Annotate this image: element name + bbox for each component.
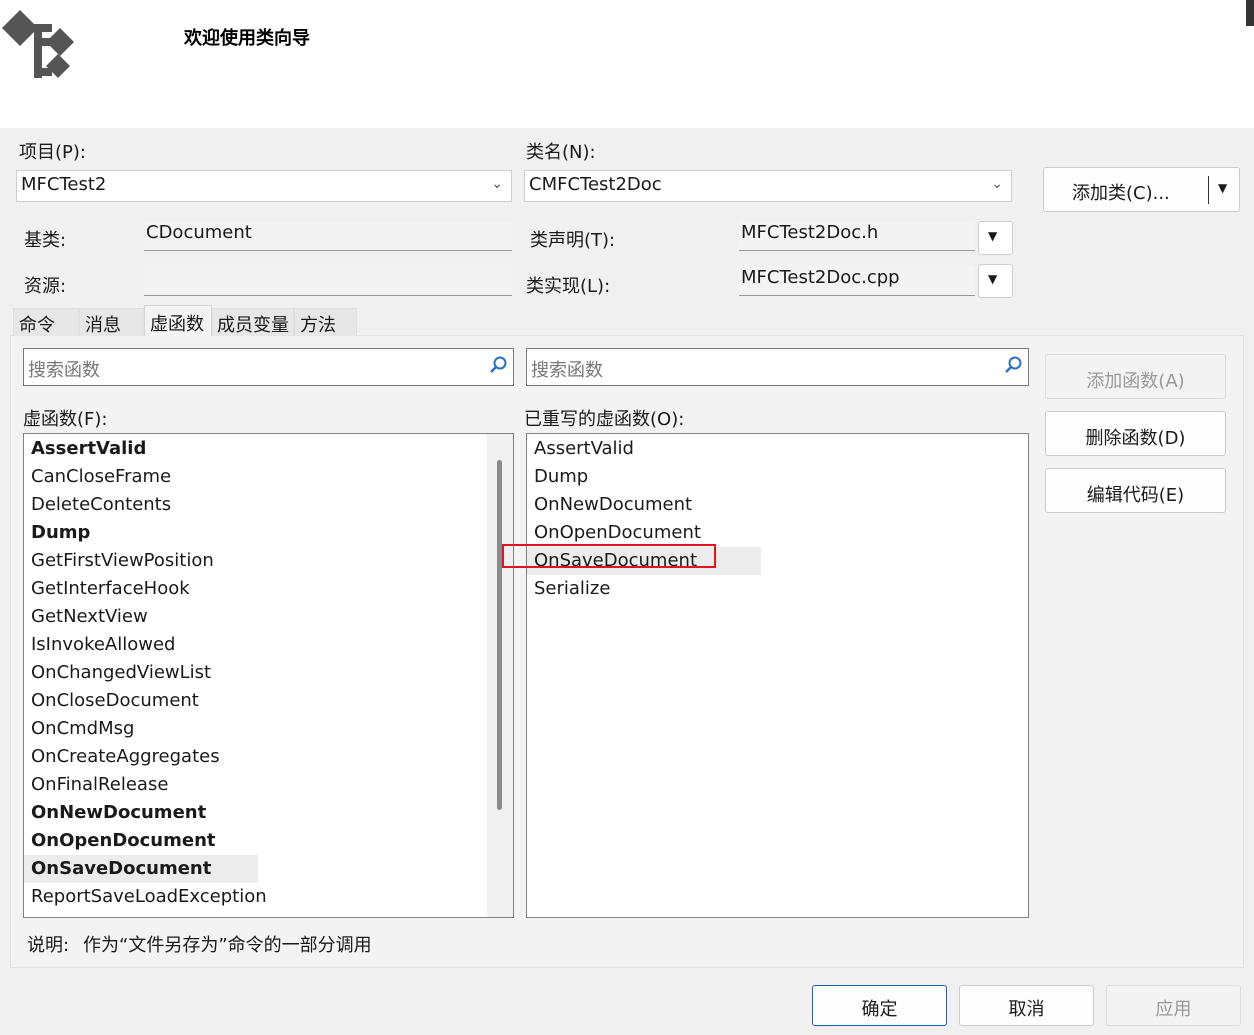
wizard-header [0,0,1254,128]
cancel-label: 取消 [1008,999,1045,1020]
project-value: MFCTest2 [21,174,107,195]
scrollbar-thumb[interactable] [497,460,502,810]
list-item[interactable]: AssertValid [31,435,146,463]
caret-down-icon: ▼ [988,272,998,286]
class-name-value: CMFCTest2Doc [529,174,662,195]
resource-field [144,266,512,296]
add-class-label: 添加类(C)... [1072,183,1170,204]
delete-function-label: 删除函数(D) [1085,428,1186,449]
tab-member-variables[interactable]: 成员变量 [212,308,294,336]
list-item[interactable]: OnOpenDocument [534,519,701,547]
search-placeholder: 搜索函数 [531,360,603,381]
annotation-highlight-box [502,544,716,568]
list-item[interactable]: Dump [31,519,90,547]
base-class-value: CDocument [146,222,252,243]
tab-label: 命令 [19,315,55,336]
list-item[interactable]: AssertValid [534,435,634,463]
list-item[interactable]: GetFirstViewPosition [31,547,214,575]
virtual-functions-label: 虚函数(F): [23,409,108,430]
class-implementation-dropdown-button[interactable]: ▼ [978,264,1013,298]
delete-function-button[interactable]: 删除函数(D) [1045,411,1226,456]
search-placeholder: 搜索函数 [28,360,100,381]
add-function-label: 添加函数(A) [1086,371,1185,392]
overridden-functions-label: 已重写的虚函数(O): [524,409,685,430]
list-item[interactable]: CanCloseFrame [31,463,171,491]
list-item[interactable]: OnSaveDocument [31,855,211,883]
list-item[interactable]: OnOpenDocument [31,827,216,855]
tab-commands[interactable]: 命令 [13,308,79,336]
ok-button[interactable]: 确定 [812,985,947,1026]
class-declaration-dropdown-button[interactable]: ▼ [978,221,1013,255]
description-text: 作为“文件另存为”命令的一部分调用 [83,935,372,956]
search-icon[interactable] [489,355,509,380]
list-item[interactable]: OnNewDocument [534,491,692,519]
base-class-label: 基类: [24,230,67,251]
list-item[interactable]: DeleteContents [31,491,171,519]
tab-label: 消息 [85,315,121,336]
caret-down-icon[interactable]: ▼ [1218,181,1227,195]
virtual-functions-list[interactable]: AssertValid CanCloseFrame DeleteContents Du… [23,433,514,918]
class-declaration-field[interactable]: MFCTest2Doc.h [739,221,975,251]
list-item[interactable]: OnCmdMsg [31,715,134,743]
page-title: 欢迎使用类向导 [184,28,310,49]
class-name-combo[interactable]: CMFCTest2Doc ⌄ [524,170,1012,202]
apply-button[interactable]: 应用 [1106,985,1241,1026]
window-edge-decoration [1246,0,1254,26]
list-item[interactable]: OnChangedViewList [31,659,211,687]
project-combo[interactable]: MFCTest2 ⌄ [16,170,512,202]
caret-down-icon: ▼ [988,229,998,243]
list-item[interactable]: OnCreateAggregates [31,743,220,771]
class-name-label: 类名(N): [526,142,596,163]
split-divider [1208,176,1209,204]
list-item[interactable]: OnCloseDocument [31,687,199,715]
list-item[interactable]: Dump [534,463,588,491]
class-declaration-value: MFCTest2Doc.h [741,222,879,243]
chevron-down-icon: ⌄ [491,176,503,192]
cancel-button[interactable]: 取消 [959,985,1094,1026]
class-declaration-label: 类声明(T): [530,230,616,251]
description-label: 说明: [27,935,70,956]
project-label: 项目(P): [19,142,86,163]
tab-virtual-functions[interactable]: 虚函数 [144,305,212,336]
base-class-field: CDocument [144,221,512,251]
tab-label: 成员变量 [217,315,289,336]
list-item[interactable]: IsInvokeAllowed [31,631,175,659]
class-implementation-field[interactable]: MFCTest2Doc.cpp [739,266,975,296]
virtual-function-search-input[interactable]: 搜索函数 [23,348,514,386]
overridden-functions-list[interactable]: AssertValid Dump OnNewDocument OnOpenDocume… [502,433,1029,918]
tab-messages[interactable]: 消息 [79,308,144,336]
add-class-split-button[interactable]: 添加类(C)... ▼ [1043,167,1240,212]
ok-label: 确定 [861,999,898,1020]
add-function-button[interactable]: 添加函数(A) [1045,354,1226,399]
list-item[interactable]: ReportSaveLoadException [31,883,267,911]
edit-code-button[interactable]: 编辑代码(E) [1045,468,1226,513]
tab-methods[interactable]: 方法 [294,308,357,336]
apply-label: 应用 [1155,999,1192,1020]
tab-label: 方法 [300,315,336,336]
list-item[interactable]: GetNextView [31,603,148,631]
list-item[interactable]: OnFinalRelease [31,771,168,799]
edit-code-label: 编辑代码(E) [1086,485,1185,506]
class-wizard-icon [0,2,80,82]
search-icon[interactable] [1004,355,1024,380]
list-item[interactable]: OnNewDocument [31,799,206,827]
overridden-function-search-input[interactable]: 搜索函数 [526,348,1029,386]
list-item[interactable]: Serialize [534,575,610,603]
resource-label: 资源: [24,276,67,297]
tab-label: 虚函数 [150,314,204,335]
list-item[interactable]: GetInterfaceHook [31,575,190,603]
chevron-down-icon: ⌄ [991,176,1003,192]
class-implementation-value: MFCTest2Doc.cpp [741,267,900,288]
class-implementation-label: 类实现(L): [526,276,611,297]
